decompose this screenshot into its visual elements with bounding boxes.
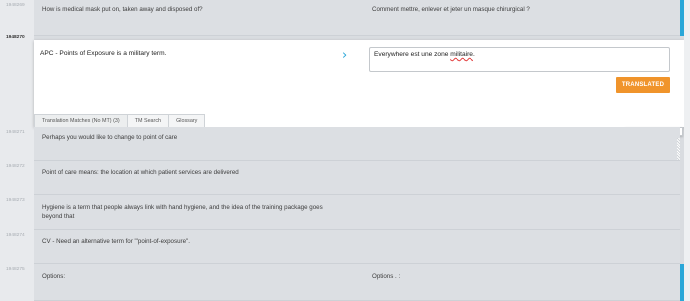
segment-row[interactable]: Perhaps you would like to change to poin… <box>34 127 680 161</box>
tab-translation-matches[interactable]: Translation Matches (No MT) (3) <box>34 114 128 127</box>
segment-source: Hygiene is a term that people always lin… <box>42 204 323 220</box>
segment-source: Perhaps you would like to change to poin… <box>42 134 178 141</box>
active-segment-source: APC - Points of Exposure is a military t… <box>40 50 167 57</box>
segment-row[interactable]: Options: Options . : <box>34 264 680 301</box>
target-editor-text[interactable]: Everywhere est une zone militaire. <box>374 51 475 58</box>
segment-id: 1948271 <box>6 130 25 135</box>
segment-id: 1948275 <box>6 267 25 272</box>
segment-tabs: Translation Matches (No MT) (3) TM Searc… <box>34 114 206 127</box>
segment-row[interactable]: How is medical mask put on, taken away a… <box>34 0 680 36</box>
segment-source: Options: <box>42 273 66 280</box>
target-text-part: . <box>472 51 475 58</box>
scrollbar[interactable] <box>684 0 690 301</box>
segment-id: 1948272 <box>6 164 25 169</box>
segment-target[interactable]: Comment mettre, enlever et jeter un masq… <box>372 6 530 13</box>
target-text-part: Everywhere est une zone <box>374 51 451 58</box>
segment-gutter: 1948269 1948270 1948271 1948272 1948273 … <box>0 0 34 301</box>
segment-row[interactable]: CV - Need an alternative term for "'poin… <box>34 230 680 264</box>
segment-source: How is medical mask put on, taken away a… <box>42 6 203 13</box>
segment-id: 1948269 <box>6 3 25 8</box>
segment-target[interactable]: Options . : <box>372 273 400 280</box>
tab-glossary[interactable]: Glossary <box>168 114 206 127</box>
segment-row[interactable]: Hygiene is a term that people always lin… <box>34 195 680 230</box>
target-text-misspelled[interactable]: militaire <box>450 51 473 58</box>
segment-id-active: 1948270 <box>6 35 25 40</box>
segment-row[interactable]: Point of care means: the location at whi… <box>34 161 680 195</box>
segment-source: CV - Need an alternative term for "'poin… <box>42 238 190 245</box>
translated-button[interactable]: TRANSLATED <box>616 77 670 93</box>
tab-tm-search[interactable]: TM Search <box>126 114 170 127</box>
segment-id: 1948273 <box>6 198 25 203</box>
target-editor[interactable]: Everywhere est une zone militaire. <box>369 47 670 72</box>
copy-source-chevron-icon[interactable]: › <box>342 48 347 63</box>
active-segment[interactable]: APC - Points of Exposure is a military t… <box>34 40 684 127</box>
segment-source: Point of care means: the location at whi… <box>42 169 239 176</box>
segment-id: 1948274 <box>6 233 25 238</box>
scroll-grip[interactable] <box>677 138 680 160</box>
